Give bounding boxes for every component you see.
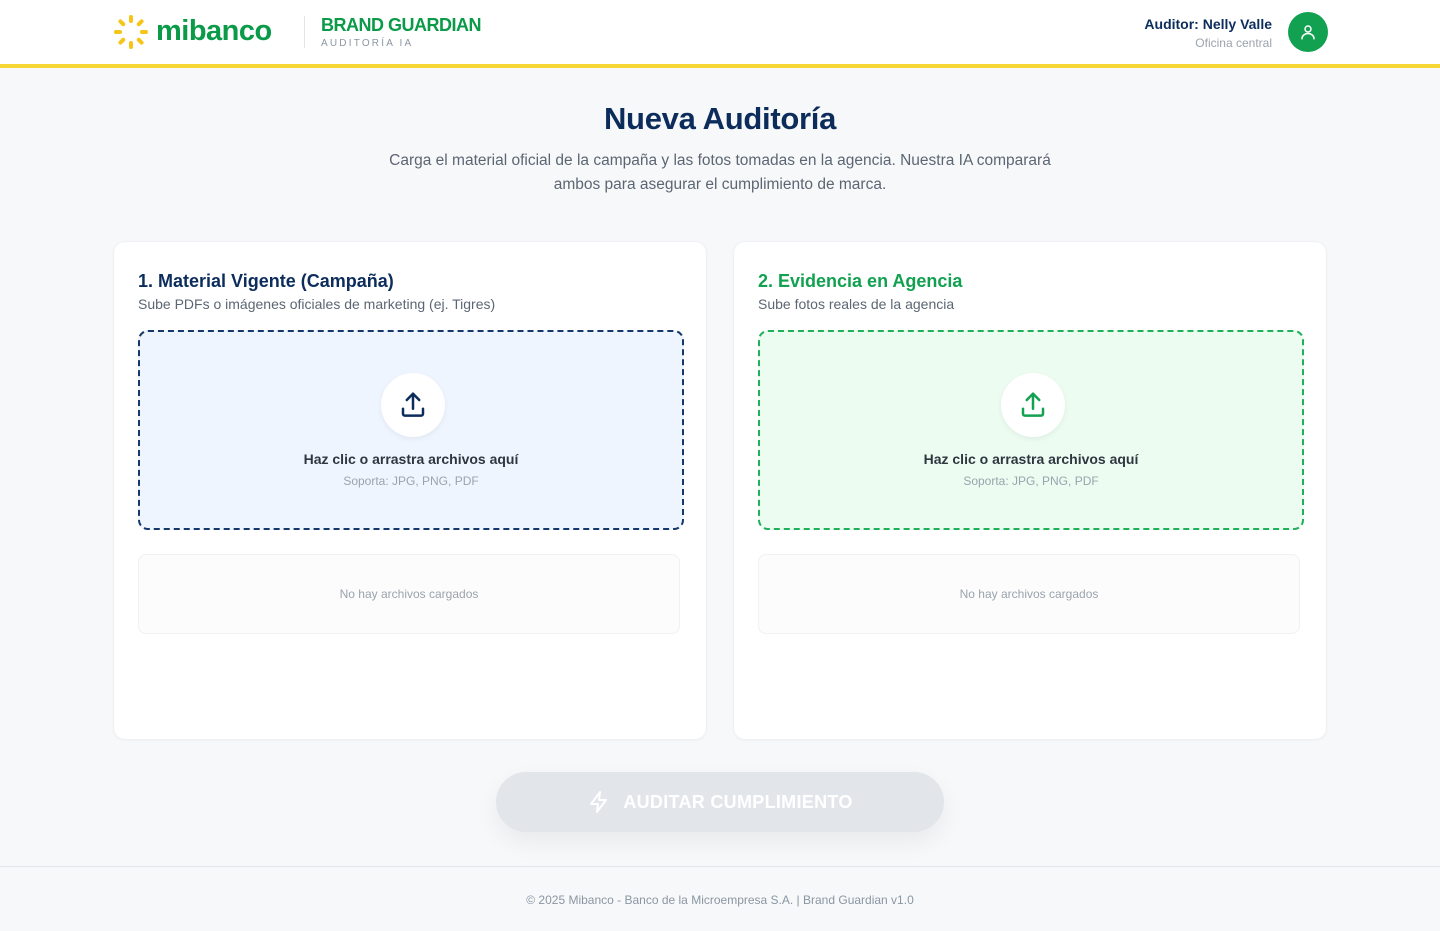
empty-state: No hay archivos cargados — [339, 587, 479, 601]
upload-icon — [401, 392, 425, 417]
user-icon — [1301, 25, 1315, 40]
sun-logo-icon — [114, 15, 148, 49]
dropzone-formats: Soporta: JPG, PNG, PDF — [343, 474, 479, 488]
user-text: Auditor: Nelly Valle Oficina central — [1144, 14, 1272, 51]
empty-state: No hay archivos cargados — [959, 587, 1099, 601]
dropzone-title: Haz clic o arrastra archivos aquí — [923, 451, 1139, 467]
product-name: BRAND GUARDIAN AUDITORÍA IA — [321, 14, 482, 51]
product-subtitle: AUDITORÍA IA — [321, 38, 414, 49]
upload-icon — [1021, 392, 1045, 417]
upload-icon-circle — [1001, 373, 1065, 437]
top-header: mibanco BRAND GUARDIAN AUDITORÍA IA Audi… — [0, 0, 1440, 68]
campaign-dropzone[interactable]: Haz clic o arrastra archivos aquí Soport… — [138, 330, 684, 530]
panel-title: 1. Material Vigente (Campaña) — [138, 271, 394, 291]
upload-icon-circle — [381, 373, 445, 437]
user-info: Auditor: Nelly Valle Oficina central — [1144, 12, 1328, 52]
footer-text: © 2025 Mibanco - Banco de la Microempres… — [526, 893, 914, 907]
page-title: Nueva Auditoría — [603, 101, 837, 136]
lightning-icon — [590, 791, 608, 813]
avatar[interactable] — [1288, 12, 1328, 52]
dropzone-formats: Soporta: JPG, PNG, PDF — [963, 474, 1099, 488]
panel-subtitle: Sube fotos reales de la agencia — [758, 296, 955, 312]
audit-button-label: AUDITAR CUMPLIMIENTO — [623, 791, 853, 812]
agency-dropzone[interactable]: Haz clic o arrastra archivos aquí Soport… — [758, 330, 1304, 530]
dropzone-title: Haz clic o arrastra archivos aquí — [303, 451, 519, 467]
panel-subtitle: Sube PDFs o imágenes oficiales de market… — [138, 296, 496, 312]
user-office: Oficina central — [1195, 35, 1272, 50]
campaign-material-panel: 1. Material Vigente (Campaña) Sube PDFs … — [113, 241, 707, 740]
user-name: Auditor: Nelly Valle — [1144, 15, 1272, 32]
agency-file-list: No hay archivos cargados — [758, 554, 1300, 634]
hero-section: Nueva Auditoría Carga el material oficia… — [0, 98, 1440, 197]
header-divider — [304, 16, 305, 48]
panel-title: 2. Evidencia en Agencia — [758, 271, 963, 291]
mibanco-logo[interactable]: mibanco — [112, 12, 272, 52]
logo-wordmark: mibanco — [156, 14, 272, 47]
audit-compliance-button[interactable]: AUDITAR CUMPLIMIENTO — [496, 772, 944, 832]
agency-evidence-panel: 2. Evidencia en Agencia Sube fotos reale… — [733, 241, 1327, 740]
campaign-file-list: No hay archivos cargados — [138, 554, 680, 634]
page-description: Carga el material oficial de la campaña … — [389, 152, 1051, 193]
product-title: BRAND GUARDIAN — [321, 15, 482, 35]
page-footer: © 2025 Mibanco - Banco de la Microempres… — [0, 866, 1440, 931]
